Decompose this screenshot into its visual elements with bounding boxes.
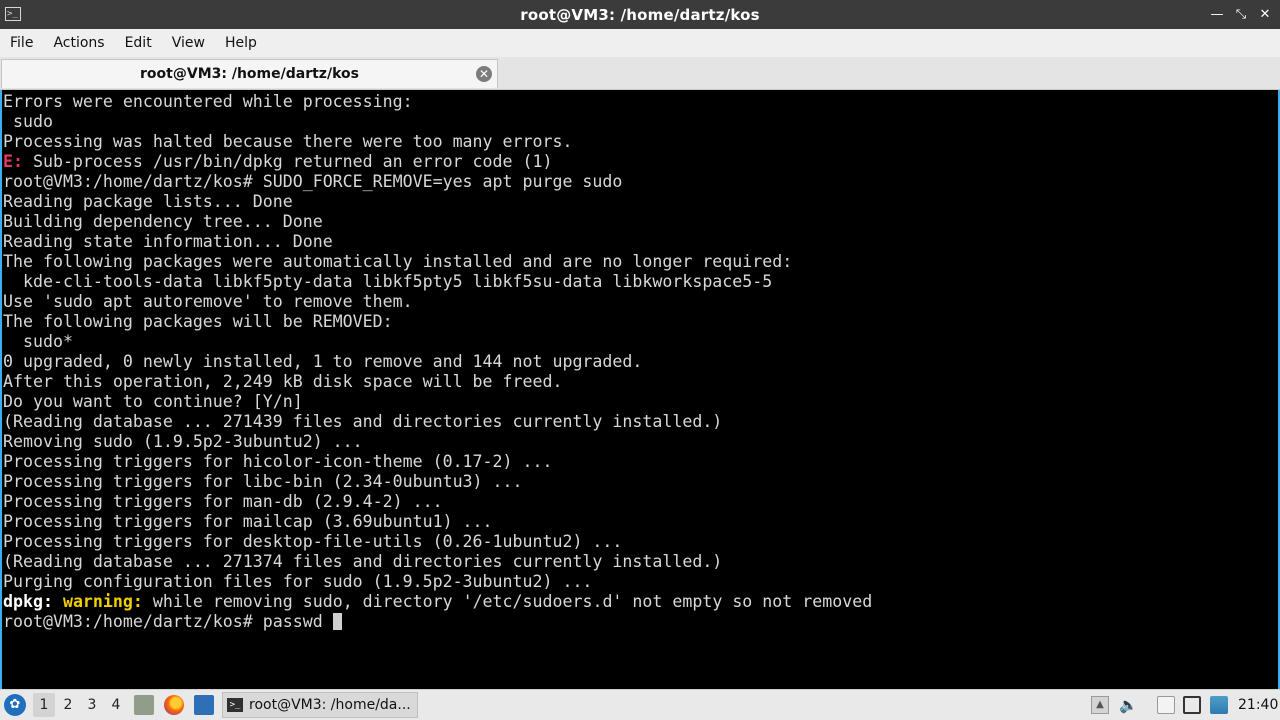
terminal-line: Reading state information... Done [3,232,872,252]
terminal-line: sudo [3,112,872,132]
terminal-view[interactable]: Errors were encountered while processing… [0,90,1280,689]
terminal-line: Processing triggers for mailcap (3.69ubu… [3,512,872,532]
terminal-icon: >_ [227,698,243,712]
terminal-text: root@VM3:/home/dartz/kos# SUDO_FORCE_REM… [3,172,623,191]
terminal-line: Errors were encountered while processing… [3,92,872,112]
terminal-line: dpkg: warning: while removing sudo, dire… [3,592,872,612]
terminal-line: root@VM3:/home/dartz/kos# SUDO_FORCE_REM… [3,172,872,192]
terminal-line: The following packages will be REMOVED: [3,312,872,332]
terminal-text: Processing was halted because there were… [3,132,573,151]
firefox-icon[interactable] [164,695,184,715]
desktop-1-button[interactable]: 1 [33,693,55,717]
terminal-line: root@VM3:/home/dartz/kos# passwd [3,612,872,632]
tab-label: root@VM3: /home/dartz/kos [140,66,359,82]
terminal-text: Building dependency tree... Done [3,212,323,231]
terminal-text: Reading package lists... Done [3,192,293,211]
network-icon[interactable] [1210,696,1228,714]
desktop-4-button[interactable]: 4 [105,693,127,717]
terminal-text: warning: [62,592,143,611]
terminal-text: The following packages will be REMOVED: [3,312,393,331]
volume-icon[interactable]: 🔈 [1119,696,1138,714]
terminal-output: Errors were encountered while processing… [3,92,872,632]
terminal-icon: >_ [5,7,21,21]
minimize-icon[interactable]: — [1210,7,1224,22]
tab-terminal-session[interactable]: root@VM3: /home/dartz/kos ✕ [1,59,498,88]
clipboard-icon[interactable] [1157,696,1175,714]
window-titlebar[interactable]: >_ root@VM3: /home/dartz/kos — ⤡ ✕ [0,0,1280,29]
terminal-line: kde-cli-tools-data libkf5pty-data libkf5… [3,272,872,292]
terminal-text: Purging configuration files for sudo (1.… [3,572,593,591]
terminal-line: Reading package lists... Done [3,192,872,212]
menu-actions[interactable]: Actions [43,35,114,51]
terminal-line: Processing triggers for man-db (2.9.4-2)… [3,492,872,512]
terminal-line: Do you want to continue? [Y/n] [3,392,872,412]
terminal-text: Processing triggers for mailcap (3.69ubu… [3,512,493,531]
terminal-text: Removing sudo (1.9.5p2-3ubuntu2) ... [3,432,363,451]
menu-view[interactable]: View [162,35,215,51]
terminal-line: E: Sub-process /usr/bin/dpkg returned an… [3,152,872,172]
terminal-line: Processing was halted because there were… [3,132,872,152]
terminal-text: 0 upgraded, 0 newly installed, 1 to remo… [3,352,643,371]
taskbar-window-button[interactable]: >_ root@VM3: /home/da... [222,692,418,718]
terminal-line: sudo* [3,332,872,352]
taskbar: ✿ 1 2 3 4 >_ root@VM3: /home/da... ▲ 🔈 2… [0,689,1280,720]
menu-file[interactable]: File [0,35,43,51]
text-cursor [332,613,342,630]
terminal-launcher-icon[interactable] [194,695,214,715]
terminal-line: (Reading database ... 271374 files and d… [3,552,872,572]
terminal-text: root@VM3:/home/dartz/kos# passwd [3,612,333,631]
terminal-line: After this operation, 2,249 kB disk spac… [3,372,872,392]
terminal-text: Processing triggers for hicolor-icon-the… [3,452,553,471]
desktop-3-button[interactable]: 3 [81,693,103,717]
terminal-text: The following packages were automaticall… [3,252,793,271]
app-launcher-icon[interactable]: ✿ [4,694,26,716]
desktop-2-button[interactable]: 2 [57,693,79,717]
clock[interactable]: 21:40 [1238,690,1278,720]
terminal-line: Processing triggers for desktop-file-uti… [3,532,872,552]
file-manager-icon[interactable] [134,695,154,715]
terminal-text: E: [3,152,23,171]
maximize-icon[interactable]: ⤡ [1234,7,1248,22]
terminal-line: Removing sudo (1.9.5p2-3ubuntu2) ... [3,432,872,452]
terminal-text: After this operation, 2,249 kB disk spac… [3,372,563,391]
close-circle-icon[interactable]: ✕ [476,66,492,82]
terminal-text: while removing sudo, directory '/etc/sud… [142,592,873,611]
terminal-line: 0 upgraded, 0 newly installed, 1 to remo… [3,352,872,372]
tray-expand-icon[interactable]: ▲ [1091,696,1109,714]
terminal-text: Sub-process /usr/bin/dpkg returned an er… [22,152,553,171]
terminal-text: Reading state information... Done [3,232,333,251]
display-icon[interactable] [1183,696,1201,714]
menu-edit[interactable]: Edit [115,35,162,51]
terminal-text: Use 'sudo apt autoremove' to remove them… [3,292,413,311]
terminal-text: (Reading database ... 271439 files and d… [3,412,723,431]
menu-bar: File Actions Edit View Help [0,29,1280,57]
terminal-line: The following packages were automaticall… [3,252,872,272]
terminal-text: Processing triggers for libc-bin (2.34-0… [3,472,523,491]
terminal-text: Errors were encountered while processing… [3,92,413,111]
terminal-line: Building dependency tree... Done [3,212,872,232]
close-icon[interactable]: ✕ [1258,7,1272,22]
window-controls: — ⤡ ✕ [1210,0,1272,29]
menu-help[interactable]: Help [215,35,267,51]
tab-bar: root@VM3: /home/dartz/kos ✕ [0,57,1280,90]
taskbar-window-label: root@VM3: /home/da... [249,697,411,713]
terminal-text: (Reading database ... 271374 files and d… [3,552,723,571]
terminal-text: sudo* [3,332,73,351]
terminal-text: dpkg: [3,592,53,611]
terminal-line: Processing triggers for libc-bin (2.34-0… [3,472,872,492]
terminal-line: Processing triggers for hicolor-icon-the… [3,452,872,472]
window-title: root@VM3: /home/dartz/kos [520,5,760,24]
terminal-text: Processing triggers for man-db (2.9.4-2)… [3,492,443,511]
terminal-text: sudo [3,112,53,131]
terminal-line: Purging configuration files for sudo (1.… [3,572,872,592]
terminal-line: (Reading database ... 271439 files and d… [3,412,872,432]
terminal-text: kde-cli-tools-data libkf5pty-data libkf5… [3,272,773,291]
terminal-text: Processing triggers for desktop-file-uti… [3,532,623,551]
terminal-line: Use 'sudo apt autoremove' to remove them… [3,292,872,312]
terminal-text: Do you want to continue? [Y/n] [3,392,303,411]
